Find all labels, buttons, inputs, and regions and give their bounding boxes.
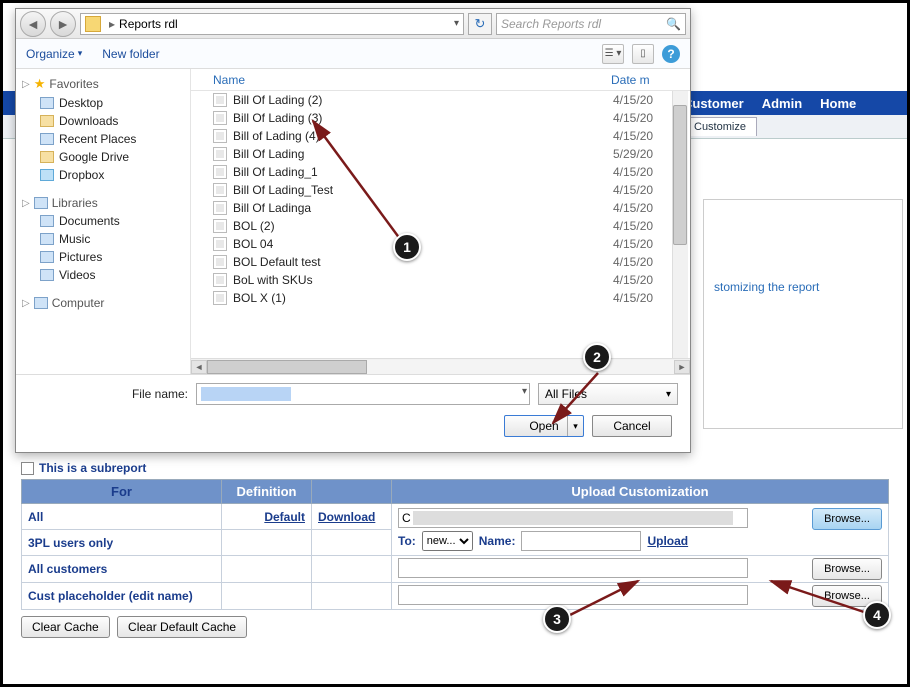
default-link[interactable]: Default: [264, 510, 305, 524]
file-icon: [213, 93, 227, 107]
file-row[interactable]: Bill Of Lading_14/15/20: [191, 163, 690, 181]
row-allcustomers: All customers: [22, 556, 222, 583]
annotation-1: 1: [393, 233, 421, 261]
file-row[interactable]: BOL (2)4/15/20: [191, 217, 690, 235]
file-row[interactable]: Bill Of Lading5/29/20: [191, 145, 690, 163]
name-input[interactable]: [521, 531, 641, 551]
horizontal-scrollbar[interactable]: ◄►: [191, 358, 690, 374]
download-link[interactable]: Download: [318, 510, 375, 524]
row-custplaceholder[interactable]: Cust placeholder (edit name): [22, 583, 222, 610]
file-icon: [213, 165, 227, 179]
file-open-dialog: ◄ ► ▸ Reports rdl ▾ ↻ Search Reports rdl…: [15, 8, 691, 453]
refresh-button[interactable]: ↻: [468, 13, 492, 35]
file-path-input-2[interactable]: [398, 558, 748, 578]
file-filter[interactable]: All Files▾: [538, 383, 678, 405]
file-row[interactable]: Bill Of Ladinga4/15/20: [191, 199, 690, 217]
annotation-4: 4: [863, 601, 891, 629]
forward-button[interactable]: ►: [50, 11, 76, 37]
breadcrumb[interactable]: ▸ Reports rdl ▾: [80, 13, 464, 35]
row-3pl: 3PL users only: [22, 530, 222, 556]
nav-videos[interactable]: Videos: [18, 266, 188, 284]
search-input[interactable]: Search Reports rdl 🔍: [496, 13, 686, 35]
file-icon: [213, 111, 227, 125]
cancel-button[interactable]: Cancel: [592, 415, 672, 437]
new-folder-button[interactable]: New folder: [102, 47, 159, 61]
row-all: All: [22, 504, 222, 530]
file-icon: [213, 255, 227, 269]
header-download-spacer: [312, 480, 392, 504]
clear-default-cache-button[interactable]: Clear Default Cache: [117, 616, 247, 638]
nav-documents[interactable]: Documents: [18, 212, 188, 230]
file-row[interactable]: Bill Of Lading (3)4/15/20: [191, 109, 690, 127]
nav-dropbox[interactable]: Dropbox: [18, 166, 188, 184]
folder-icon: [85, 16, 101, 32]
header-definition: Definition: [222, 480, 312, 504]
file-icon: [213, 183, 227, 197]
file-icon: [213, 129, 227, 143]
file-list[interactable]: Bill Of Lading (2)4/15/20 Bill Of Lading…: [191, 91, 690, 358]
star-icon: ★: [34, 76, 46, 92]
column-name[interactable]: Name: [191, 73, 611, 87]
breadcrumb-folder: Reports rdl: [119, 17, 178, 31]
open-button[interactable]: Open▾: [504, 415, 584, 437]
file-icon: [213, 237, 227, 251]
nav-downloads[interactable]: Downloads: [18, 112, 188, 130]
organize-menu[interactable]: Organize▾: [26, 47, 82, 61]
file-row[interactable]: BOL X (1)4/15/20: [191, 289, 690, 307]
filename-label: File name:: [28, 387, 188, 401]
nav-pictures[interactable]: Pictures: [18, 248, 188, 266]
preview-pane-button[interactable]: ▯: [632, 44, 654, 64]
tab-customize[interactable]: Customize: [683, 117, 757, 136]
file-path-input[interactable]: C: [398, 508, 748, 528]
subreport-checkbox[interactable]: [21, 462, 34, 475]
clear-cache-button[interactable]: Clear Cache: [21, 616, 110, 638]
file-icon: [213, 219, 227, 233]
file-icon: [213, 147, 227, 161]
menu-home[interactable]: Home: [820, 96, 856, 111]
file-icon: [213, 273, 227, 287]
file-row[interactable]: BOL Default test4/15/20: [191, 253, 690, 271]
menu-admin[interactable]: Admin: [762, 96, 802, 111]
vertical-scrollbar[interactable]: [672, 91, 688, 358]
file-row[interactable]: BoL with SKUs4/15/20: [191, 271, 690, 289]
nav-tree[interactable]: ▷★Favorites Desktop Downloads Recent Pla…: [16, 69, 191, 374]
header-for: For: [22, 480, 222, 504]
upload-link[interactable]: Upload: [647, 534, 688, 548]
nav-desktop[interactable]: Desktop: [18, 94, 188, 112]
libraries-icon: [34, 197, 48, 209]
name-label: Name:: [479, 534, 516, 548]
file-icon: [213, 201, 227, 215]
file-row[interactable]: BOL 044/15/20: [191, 235, 690, 253]
computer-icon: [34, 297, 48, 309]
file-icon: [213, 291, 227, 305]
browse-button-2[interactable]: Browse...: [812, 558, 882, 580]
search-icon: 🔍: [666, 17, 681, 31]
file-row[interactable]: Bill of Lading (4)4/15/20: [191, 127, 690, 145]
subreport-label: This is a subreport: [39, 461, 146, 475]
to-label: To:: [398, 534, 416, 548]
annotation-3: 3: [543, 605, 571, 633]
annotation-2: 2: [583, 343, 611, 371]
header-upload: Upload Customization: [392, 480, 889, 504]
to-select[interactable]: new...: [422, 531, 473, 551]
browse-button[interactable]: Browse...: [812, 508, 882, 530]
nav-music[interactable]: Music: [18, 230, 188, 248]
file-row[interactable]: Bill Of Lading (2)4/15/20: [191, 91, 690, 109]
nav-recent[interactable]: Recent Places: [18, 130, 188, 148]
column-date[interactable]: Date m: [611, 73, 672, 87]
view-mode-button[interactable]: ☰ ▾: [602, 44, 624, 64]
customization-panel: This is a subreport For Definition Uploa…: [21, 461, 889, 638]
file-row[interactable]: Bill Of Lading_Test4/15/20: [191, 181, 690, 199]
menu-customer[interactable]: Customer: [683, 96, 744, 111]
nav-gdrive[interactable]: Google Drive: [18, 148, 188, 166]
partial-text-panel: stomizing the report: [703, 199, 903, 429]
back-button[interactable]: ◄: [20, 11, 46, 37]
help-icon[interactable]: ?: [662, 45, 680, 63]
file-path-input-3[interactable]: [398, 585, 748, 605]
filename-input[interactable]: ▾: [196, 383, 530, 405]
